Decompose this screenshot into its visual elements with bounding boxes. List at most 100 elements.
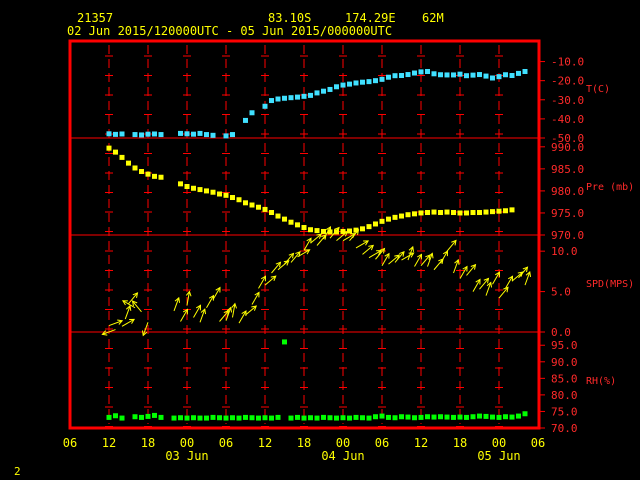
rh-point: [262, 415, 268, 421]
temperature-point: [275, 96, 281, 102]
pressure-point: [470, 210, 476, 216]
temperature-point: [438, 72, 443, 78]
temperature-point: [470, 72, 476, 78]
y-tick-label: 80.0: [551, 389, 578, 402]
pressure-point: [412, 211, 417, 217]
pressure-point: [392, 214, 398, 220]
temperature-point: [516, 70, 521, 76]
rh-point: [178, 415, 183, 421]
y-tick-label: 985.0: [551, 163, 584, 176]
pressure-point: [509, 207, 515, 213]
pressure-point: [347, 228, 352, 234]
rh-point: [236, 415, 242, 421]
y-tick-label: -40.0: [551, 113, 584, 126]
pressure-point: [204, 188, 209, 194]
rh-point: [139, 414, 144, 420]
rh-point: [321, 414, 326, 420]
y-tick-label: -10.0: [551, 56, 584, 69]
pressure-point: [418, 210, 424, 216]
temperature-point: [301, 93, 307, 99]
rh-point: [288, 415, 294, 421]
temperature-point: [210, 132, 216, 138]
y-tick-label: 970.0: [551, 229, 584, 242]
temperature-point: [418, 69, 424, 75]
temperature-point: [327, 86, 333, 92]
rh-point: [399, 414, 404, 420]
temperature-point: [522, 68, 528, 74]
rh-point: [301, 415, 307, 421]
x-tick-label: 06: [375, 436, 389, 450]
pressure-point: [399, 213, 404, 219]
temperature-point: [392, 73, 398, 79]
pressure-point: [197, 187, 203, 193]
pressure-point: [217, 191, 222, 197]
temperature-point: [243, 117, 248, 123]
pressure-point: [314, 228, 320, 234]
pressure-point: [184, 184, 190, 189]
rh-point: [171, 415, 177, 421]
rh-point: [457, 414, 463, 420]
rh-point: [210, 414, 216, 420]
temperature-point: [464, 73, 469, 79]
temperature-point: [139, 132, 144, 138]
temperature-point: [158, 132, 164, 138]
temperature-point: [373, 78, 378, 84]
y-tick-label: 70.0: [551, 422, 578, 435]
x-tick-label: 12: [258, 436, 272, 450]
y-tick-label: -20.0: [551, 75, 584, 88]
temperature-point: [321, 88, 326, 94]
panel-label-rh: RH(%): [586, 376, 616, 387]
rh-point: [496, 414, 502, 420]
pressure-point: [223, 192, 229, 198]
temperature-point: [340, 82, 346, 88]
panel-label-pressure: Pre (mb): [586, 182, 634, 193]
rh-point: [282, 339, 287, 345]
pressure-point: [262, 206, 268, 212]
y-tick-label: 5.0: [551, 286, 571, 299]
rh-point: [444, 414, 450, 420]
temperature-point: [451, 72, 456, 78]
date-label: 05 Jun: [477, 449, 520, 463]
pressure-point: [386, 216, 391, 222]
pressure-point: [275, 213, 281, 219]
pressure-point: [132, 165, 138, 171]
rh-point: [269, 415, 274, 421]
rh-point: [145, 413, 151, 419]
pressure-point: [249, 202, 255, 208]
temperature-point: [191, 131, 196, 137]
rh-point: [405, 414, 411, 420]
pressure-point: [405, 212, 411, 218]
x-tick-label: 00: [492, 436, 506, 450]
pressure-point: [178, 181, 183, 187]
x-tick-label: 06: [63, 436, 77, 450]
rh-point: [431, 414, 437, 420]
pressure-point: [464, 210, 469, 216]
temperature-point: [431, 71, 437, 77]
pressure-point: [360, 226, 365, 232]
pressure-point: [288, 219, 294, 225]
rh-point: [516, 413, 521, 419]
temperature-point: [399, 73, 404, 79]
temperature-point: [477, 72, 482, 78]
pressure-point: [236, 197, 242, 203]
rh-point: [308, 415, 313, 421]
rh-point: [197, 415, 203, 421]
temperature-point: [204, 132, 209, 138]
pressure-point: [295, 222, 300, 228]
temperature-point: [262, 103, 268, 109]
y-tick-label: -30.0: [551, 94, 584, 107]
pressure-point: [457, 210, 463, 216]
pressure-point: [106, 145, 112, 151]
pressure-point: [119, 154, 125, 160]
rh-point: [230, 415, 235, 421]
pressure-point: [145, 171, 151, 177]
rh-point: [119, 415, 125, 421]
temperature-point: [353, 80, 359, 86]
pressure-point: [321, 228, 326, 234]
panel-label-temperature: T(C): [586, 84, 610, 95]
x-tick-label: 00: [180, 436, 194, 450]
temperature-point: [269, 98, 274, 104]
rh-point: [392, 415, 398, 421]
y-tick-label: 975.0: [551, 207, 584, 220]
rh-point: [340, 415, 346, 421]
